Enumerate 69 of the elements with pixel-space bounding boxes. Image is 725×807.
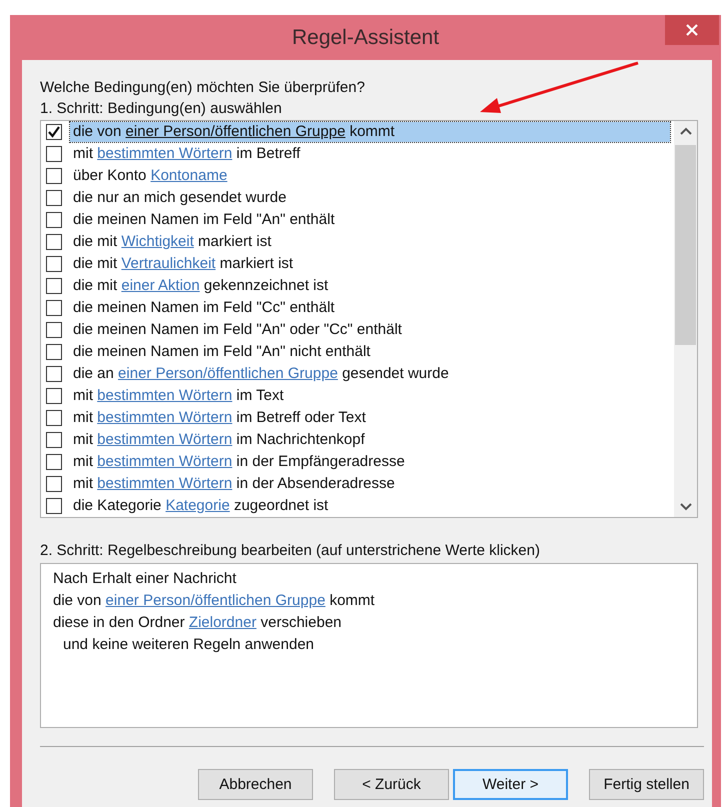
close-button[interactable] [665, 15, 719, 45]
link[interactable]: einer Person/öffentlichen Gruppe [106, 592, 326, 609]
condition-text[interactable]: die meinen Namen im Feld "An" oder "Cc" enthält [70, 320, 670, 340]
condition-text[interactable]: die meinen Namen im Feld "An" nicht enthält [70, 342, 670, 362]
condition-text[interactable]: mit bestimmten Wörtern im Betreff oder Text [70, 408, 670, 428]
condition-text[interactable]: die Kategorie Kategorie zugeordnet ist [70, 496, 670, 516]
step-label: 2. Schritt: Regelbeschreibung bearbeiten (auf unterstrichene Werte klicken) [40, 541, 541, 561]
link[interactable]: bestimmten Wörtern [97, 475, 232, 492]
link[interactable]: bestimmten Wörtern [97, 453, 232, 470]
checkbox[interactable] [46, 476, 62, 492]
condition-text[interactable]: mit bestimmten Wörtern im Text [70, 386, 670, 406]
scroll-up-icon[interactable] [680, 127, 692, 135]
condition-text[interactable]: die meinen Namen im Feld "An" enthält [70, 210, 670, 230]
checkbox[interactable] [46, 410, 62, 426]
condition-text[interactable]: die mit einer Aktion gekennzeichnet ist [70, 276, 670, 296]
condition-text[interactable]: mit bestimmten Wörtern im Nachrichtenkopf [70, 430, 670, 450]
checkbox[interactable] [46, 388, 62, 404]
link[interactable]: Vertraulichkeit [121, 255, 216, 272]
checkbox[interactable] [46, 190, 62, 206]
description-line: und keine weiteren Regeln anwenden [62, 635, 314, 655]
link[interactable]: einer Aktion [121, 277, 200, 294]
description-line: Nach Erhalt einer Nachricht [53, 569, 236, 589]
link[interactable]: einer Person/öffentlichen Gruppe [118, 365, 338, 382]
description-line: die von einer Person/öffentlichen Gruppe kommt [53, 591, 375, 611]
checkbox[interactable] [46, 454, 62, 470]
checkbox[interactable] [46, 344, 62, 360]
condition-text[interactable]: die meinen Namen im Feld "Cc" enthält [70, 298, 670, 318]
link[interactable]: Wichtigkeit [121, 233, 194, 250]
checkbox[interactable] [46, 498, 62, 514]
condition-text[interactable]: die an einer Person/öffentlichen Gruppe gesendet wurde [70, 364, 670, 384]
wizard-button[interactable]: Abbrechen [198, 769, 313, 800]
condition-text[interactable]: die nur an mich gesendet wurde [70, 188, 670, 208]
description-line: diese in den Ordner Zielordner verschieben [53, 613, 342, 633]
checkbox[interactable] [46, 234, 62, 250]
checkbox[interactable] [46, 432, 62, 448]
link[interactable]: Kategorie [166, 497, 230, 514]
close-icon [685, 23, 699, 37]
checkbox[interactable] [46, 124, 62, 140]
checkbox[interactable] [46, 256, 62, 272]
link[interactable]: bestimmten Wörtern [97, 387, 232, 404]
condition-text[interactable]: die mit Wichtigkeit markiert ist [70, 232, 670, 252]
checkbox[interactable] [46, 212, 62, 228]
checkbox[interactable] [46, 366, 62, 382]
wizard-button[interactable]: Fertig stellen [589, 769, 704, 800]
scroll-down-icon[interactable] [680, 503, 692, 511]
link[interactable]: einer Person/öffentlichen Gruppe [126, 123, 346, 140]
condition-text[interactable]: mit bestimmten Wörtern im Betreff [70, 144, 670, 164]
condition-text[interactable]: über Konto Kontoname [70, 166, 670, 186]
wizard-button[interactable]: < Zurück [334, 769, 449, 800]
step-label: 1. Schritt: Bedingung(en) auswählen [40, 99, 283, 119]
checkbox[interactable] [46, 300, 62, 316]
link[interactable]: bestimmten Wörtern [97, 431, 232, 448]
link[interactable]: Zielordner [188, 614, 256, 631]
window-title: Regel-Assistent [292, 26, 440, 50]
checkbox[interactable] [46, 322, 62, 338]
question-label: Welche Bedingung(en) möchten Sie überprüfen? [40, 78, 366, 98]
condition-text[interactable]: mit bestimmten Wörtern in der Empfängeradresse [70, 452, 670, 472]
wizard-button[interactable]: Weiter > [453, 769, 568, 800]
condition-text[interactable]: die mit Vertraulichkeit markiert ist [70, 254, 670, 274]
checkbox[interactable] [46, 168, 62, 184]
condition-text[interactable]: mit bestimmten Wörtern in der Absenderadresse [70, 474, 670, 494]
checkbox[interactable] [46, 278, 62, 294]
scroll-thumb[interactable] [675, 145, 696, 345]
condition-text[interactable]: die von einer Person/öffentlichen Gruppe kommt [70, 122, 670, 142]
link[interactable]: bestimmten Wörtern [97, 145, 232, 162]
link[interactable]: bestimmten Wörtern [97, 409, 232, 426]
checkbox[interactable] [46, 146, 62, 162]
scrollbar[interactable] [674, 121, 697, 517]
link[interactable]: Kontoname [150, 167, 228, 184]
